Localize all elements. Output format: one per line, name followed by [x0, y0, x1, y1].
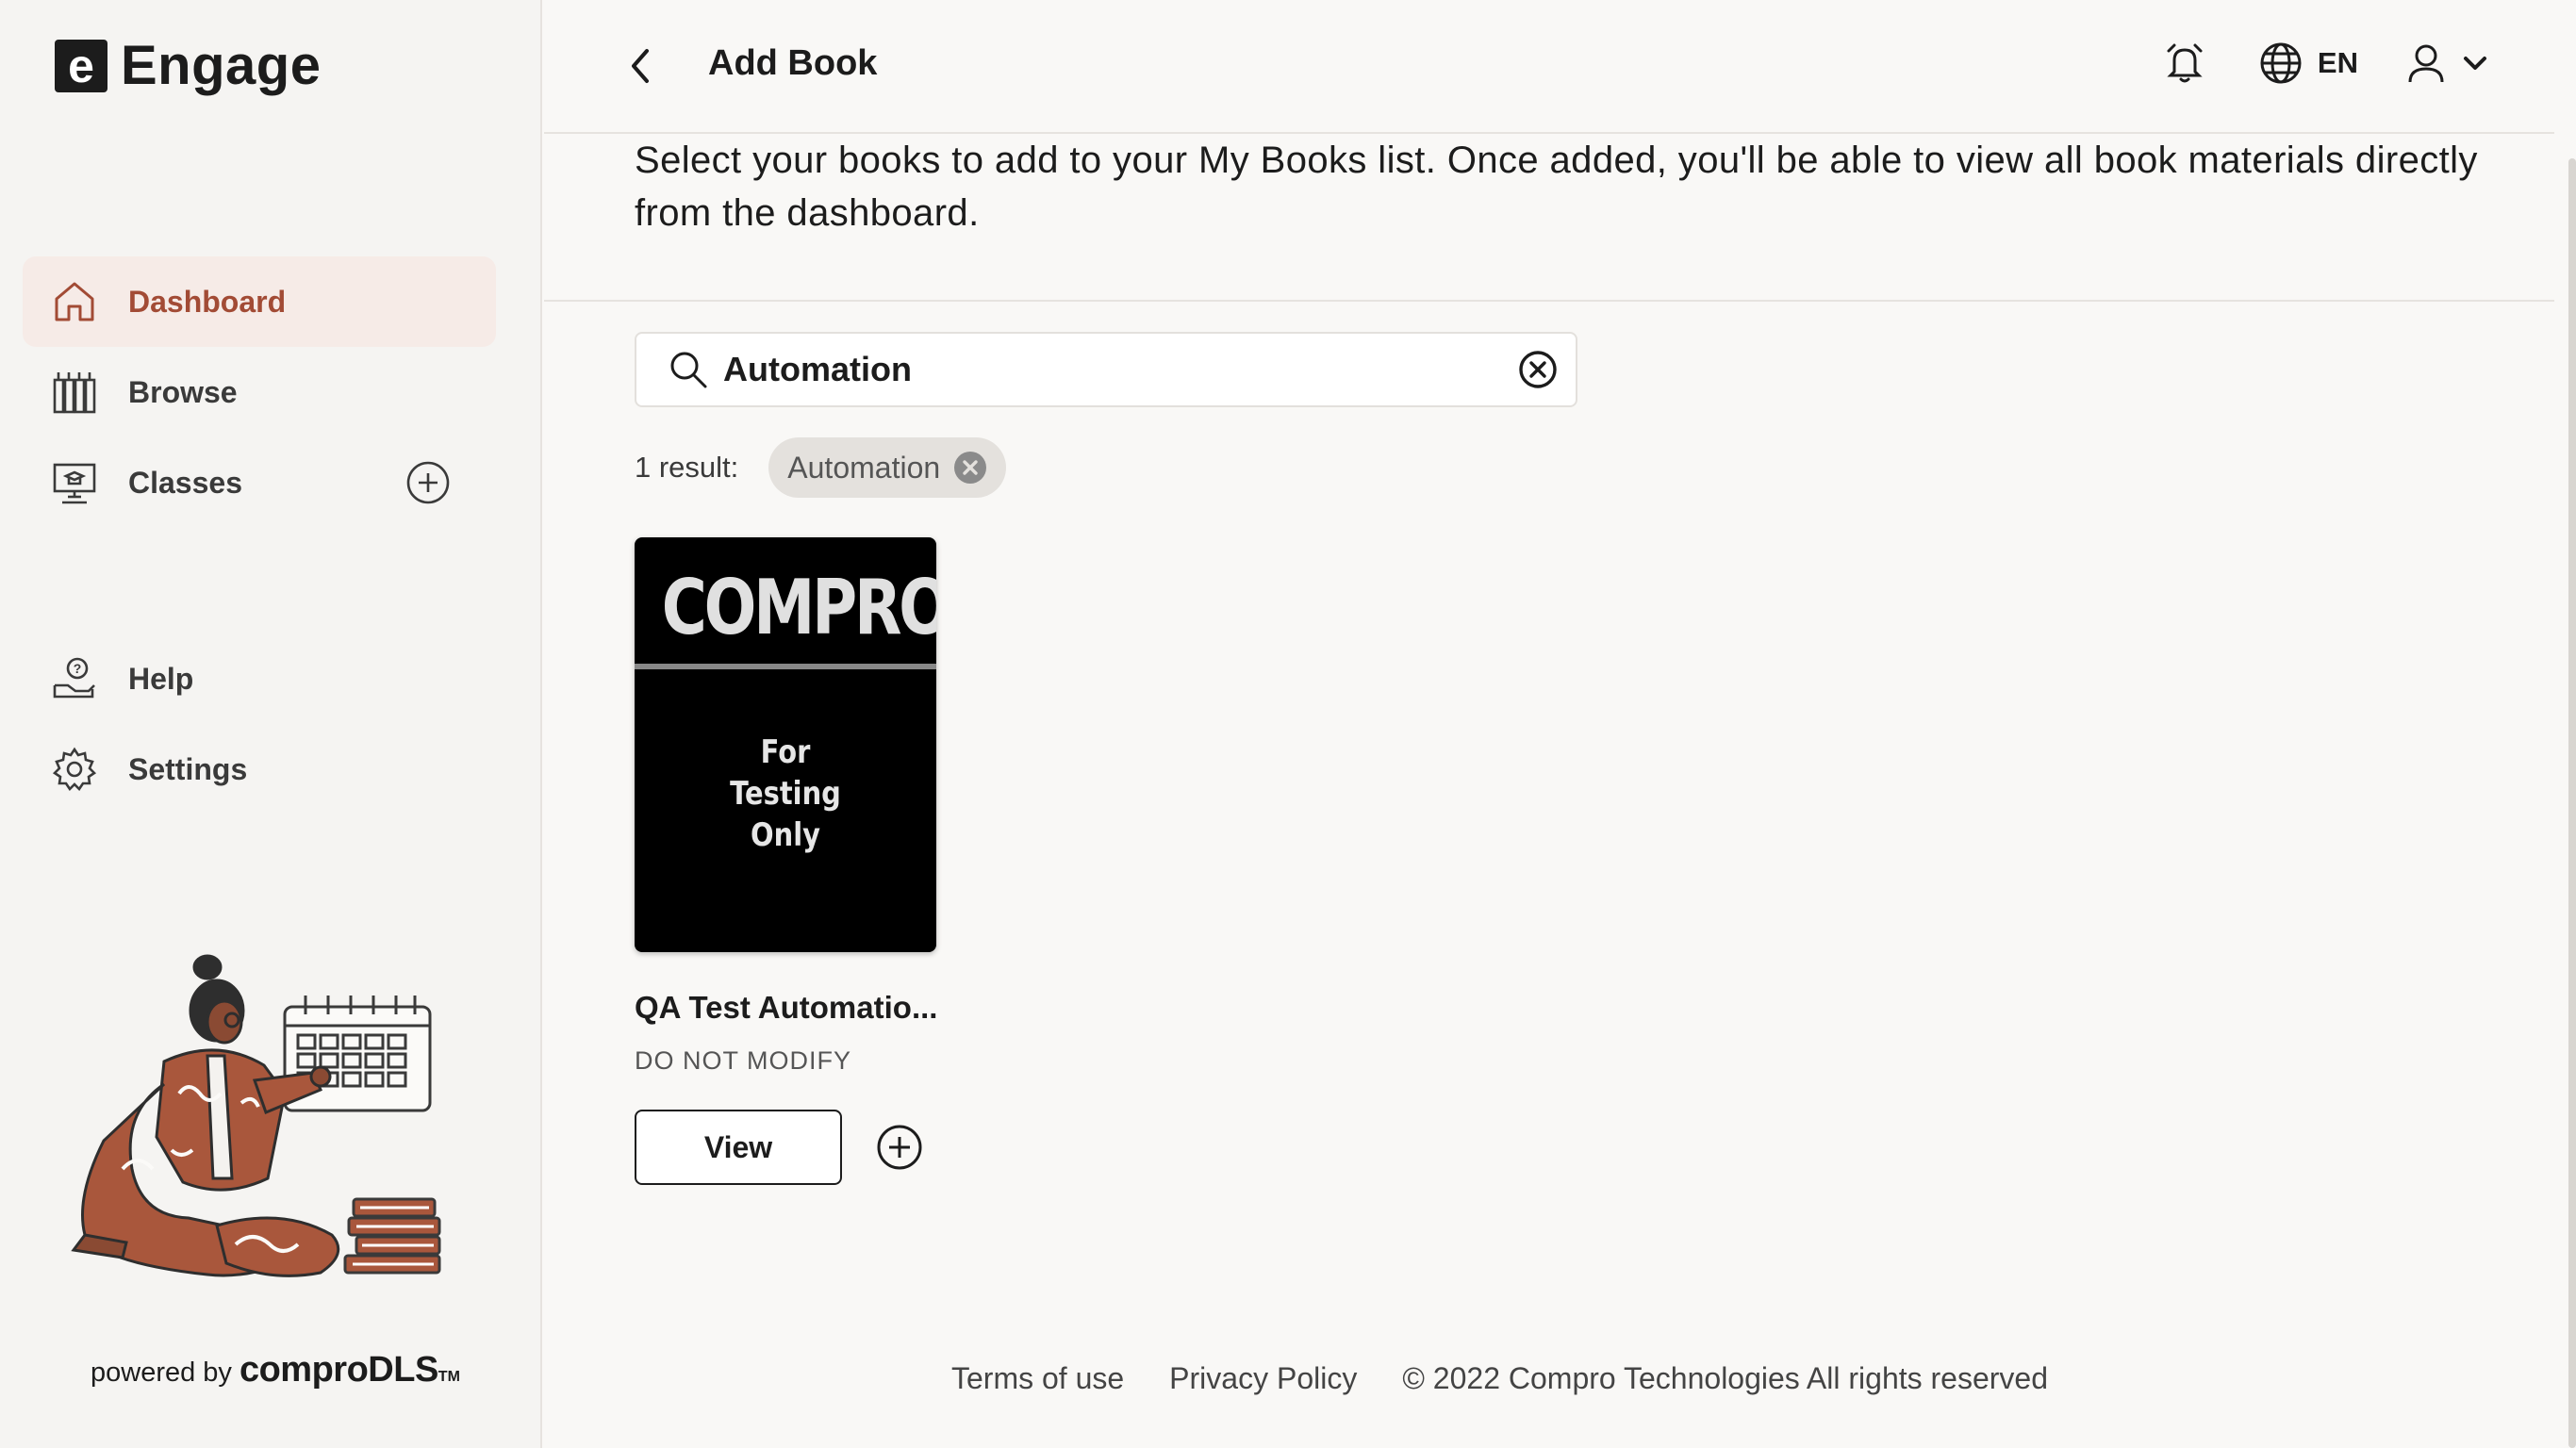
logo-mark: e: [55, 39, 107, 92]
divider: [544, 300, 2554, 302]
language-selector[interactable]: EN: [2318, 46, 2358, 80]
footer: Terms of use Privacy Policy © 2022 Compr…: [951, 1361, 2093, 1396]
teacher-illustration: [71, 954, 441, 1277]
cover-brand: COMPRO: [661, 564, 936, 651]
terms-link[interactable]: Terms of use: [951, 1361, 1124, 1396]
chevron-left-icon: [632, 49, 649, 83]
book-title[interactable]: QA Test Automatio...: [635, 990, 937, 1026]
add-class-button[interactable]: [405, 460, 451, 513]
powered-by-label: powered by: [91, 1358, 232, 1388]
book-cover[interactable]: COMPRO For Testing Only: [635, 537, 936, 952]
gear-icon: [51, 746, 98, 793]
app-name: Engage: [121, 35, 322, 96]
search-input[interactable]: [723, 350, 1517, 389]
app-logo[interactable]: e Engage: [55, 34, 322, 97]
help-icon: ?: [51, 655, 98, 702]
notification-bell-icon[interactable]: [2163, 41, 2206, 85]
books-icon: [51, 369, 98, 416]
privacy-link[interactable]: Privacy Policy: [1169, 1361, 1357, 1396]
sidebar-item-label: Classes: [128, 465, 242, 500]
globe-icon[interactable]: [2259, 41, 2303, 85]
chevron-down-icon[interactable]: [2462, 54, 2488, 73]
sidebar-item-classes[interactable]: Classes: [23, 437, 496, 528]
sidebar-item-help[interactable]: ? Help: [23, 634, 496, 724]
header-actions: EN: [2163, 41, 2488, 85]
book-subtitle: DO NOT MODIFY: [635, 1046, 852, 1075]
copyright: © 2022 Compro Technologies All rights re…: [1402, 1361, 2049, 1395]
home-icon: [51, 278, 98, 325]
add-book-button[interactable]: [876, 1124, 923, 1171]
book-card: COMPRO For Testing Only QA Test Automati…: [635, 537, 937, 1185]
sidebar-item-browse[interactable]: Browse: [23, 347, 496, 437]
svg-text:?: ?: [74, 661, 82, 676]
sidebar-item-label: Dashboard: [128, 284, 287, 319]
sidebar-item-label: Settings: [128, 751, 248, 786]
search-icon: [669, 350, 708, 389]
book-actions: View: [635, 1110, 936, 1185]
clear-search-icon[interactable]: [1517, 349, 1559, 390]
sidebar-item-label: Browse: [128, 374, 238, 409]
trademark: TM: [438, 1369, 460, 1385]
sidebar-item-label: Help: [128, 661, 194, 696]
classroom-icon: [51, 459, 98, 506]
top-bar: Add Book EN: [544, 0, 2554, 134]
result-count: 1 result:: [635, 451, 739, 484]
filter-chip: Automation: [768, 437, 1007, 498]
results-bar: 1 result: Automation: [635, 437, 1007, 498]
page-title: Add Book: [708, 43, 878, 83]
back-button[interactable]: [621, 43, 659, 89]
remove-filter-icon[interactable]: [953, 451, 987, 485]
powered-by: powered by comproDLS TM: [91, 1350, 460, 1390]
sidebar: e Engage Dashboard Browse Classes ? Help: [0, 0, 542, 1448]
intro-text: Select your books to add to your My Book…: [635, 140, 2478, 234]
user-icon[interactable]: [2407, 42, 2445, 84]
filter-chip-label: Automation: [787, 450, 941, 485]
view-button[interactable]: View: [635, 1110, 842, 1185]
powered-by-brand: comproDLS: [239, 1350, 438, 1390]
cover-subtitle: For Testing Only: [730, 733, 841, 854]
main-content: Add Book EN Select your books to add to …: [544, 0, 2576, 1448]
sidebar-item-dashboard[interactable]: Dashboard: [23, 256, 496, 347]
search-box[interactable]: [635, 332, 1577, 407]
cover-rule: [635, 664, 936, 669]
sidebar-item-settings[interactable]: Settings: [23, 724, 496, 814]
scrollbar[interactable]: [2568, 158, 2576, 1448]
